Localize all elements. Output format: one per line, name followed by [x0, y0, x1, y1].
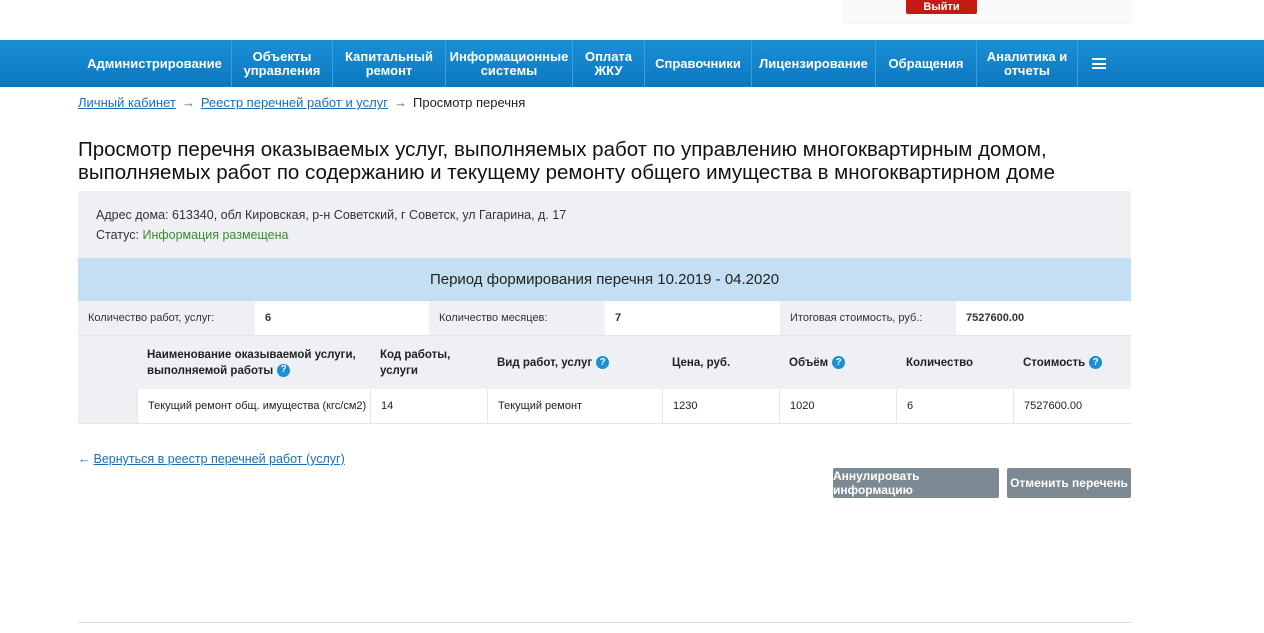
hamburger-icon [1091, 58, 1106, 69]
cell-quantity: 6 [896, 389, 1013, 423]
header-spacer [78, 336, 137, 389]
status-label: Статус: [96, 228, 143, 242]
breadcrumb-registry[interactable]: Реестр перечней работ и услуг [201, 95, 388, 110]
works-table: Наименование оказываемой услуги, выполня… [78, 336, 1131, 424]
annul-button[interactable]: Аннулировать информацию [833, 468, 999, 498]
header-name-label: Наименование оказываемой услуги, выполня… [147, 348, 356, 377]
header-cost-label: Стоимость [1023, 356, 1086, 369]
works-count-label: Количество работ, услуг: [78, 301, 255, 336]
status-line: Статус: Информация размещена [96, 228, 288, 242]
back-link[interactable]: Вернуться в реестр перечней работ (услуг… [94, 452, 345, 466]
header-quantity: Количество [906, 356, 974, 369]
nav-item-analytics[interactable]: Аналитика и отчеты [976, 40, 1077, 87]
header-name: Наименование оказываемой услуги, выполня… [137, 336, 370, 389]
breadcrumb-home[interactable]: Личный кабинет [78, 95, 176, 110]
total-cost-value: 7527600.00 [956, 301, 1131, 336]
header-price: Цена, руб. [672, 356, 731, 369]
nav-item-licensing[interactable]: Лицензирование [751, 40, 875, 87]
header-cost: Стоимость? [1013, 336, 1131, 389]
nav-item-capital-repair[interactable]: Капитальный ремонт [332, 40, 445, 87]
main-nav: Администрирование Объекты управления Кап… [0, 40, 1264, 87]
address-value: 613340, обл Кировская, р-н Советский, г … [172, 208, 567, 222]
total-cost-label: Итоговая стоимость, руб.: [780, 301, 956, 336]
header-volume: Объём? [779, 336, 896, 389]
header-type-label: Вид работ, услуг [497, 356, 593, 369]
nav-item-objects[interactable]: Объекты управления [231, 40, 332, 87]
header-type: Вид работ, услуг? [487, 336, 662, 389]
cancel-list-button[interactable]: Отменить перечень [1007, 468, 1131, 498]
status-value: Информация размещена [142, 228, 289, 242]
address-line: Адрес дома: 613340, обл Кировская, р-н С… [96, 208, 566, 222]
breadcrumb: Личный кабинет → Реестр перечней работ и… [78, 95, 525, 110]
nav-item-appeals[interactable]: Обращения [875, 40, 976, 87]
nav-item-directories[interactable]: Справочники [644, 40, 751, 87]
nav-menu-button[interactable] [1077, 40, 1119, 87]
cell-name: Текущий ремонт общ. имущества (кгс/см2) [137, 389, 370, 423]
table-header: Наименование оказываемой услуги, выполня… [78, 336, 1131, 389]
back-link-container: ← Вернуться в реестр перечней работ (услу… [78, 452, 345, 466]
header-volume-label: Объём [789, 356, 829, 369]
back-arrow-icon: ← [78, 452, 91, 466]
cell-type: Текущий ремонт [487, 389, 662, 423]
works-count-value: 6 [255, 301, 429, 336]
months-count-value: 7 [605, 301, 780, 336]
nav-item-payment[interactable]: Оплата ЖКУ [572, 40, 644, 87]
help-icon[interactable]: ? [832, 356, 846, 369]
nav-items: Администрирование Объекты управления Кап… [78, 40, 1119, 87]
help-icon[interactable]: ? [1089, 356, 1103, 369]
cell-volume: 1020 [779, 389, 896, 423]
summary-row: Количество работ, услуг: 6 Количество ме… [78, 301, 1131, 336]
address-label: Адрес дома: [96, 208, 172, 222]
cell-code: 14 [370, 389, 487, 423]
page-title: Просмотр перечня оказываемых услуг, выпо… [78, 138, 1055, 184]
months-count-label: Количество месяцев: [429, 301, 605, 336]
row-spacer [78, 389, 137, 423]
footer-divider [78, 622, 1131, 623]
breadcrumb-arrow-icon: → [394, 95, 407, 110]
header-code: Код работы, услуги [380, 348, 451, 377]
period-header: Период формирования перечня 10.2019 - 04… [78, 258, 1131, 301]
breadcrumb-current: Просмотр перечня [413, 95, 526, 110]
cell-cost: 7527600.00 [1013, 389, 1131, 423]
help-icon[interactable]: ? [277, 363, 291, 377]
nav-item-info-systems[interactable]: Информационные системы [445, 40, 572, 87]
cell-price: 1230 [662, 389, 779, 423]
breadcrumb-arrow-icon: → [181, 95, 195, 110]
user-panel [843, 0, 1131, 22]
house-info: Адрес дома: 613340, обл Кировская, р-н С… [78, 191, 1131, 258]
nav-item-administration[interactable]: Администрирование [78, 40, 231, 87]
help-icon[interactable]: ? [596, 356, 610, 369]
logout-button[interactable]: Выйти [906, 0, 977, 14]
table-row: Текущий ремонт общ. имущества (кгс/см2) … [78, 389, 1131, 424]
